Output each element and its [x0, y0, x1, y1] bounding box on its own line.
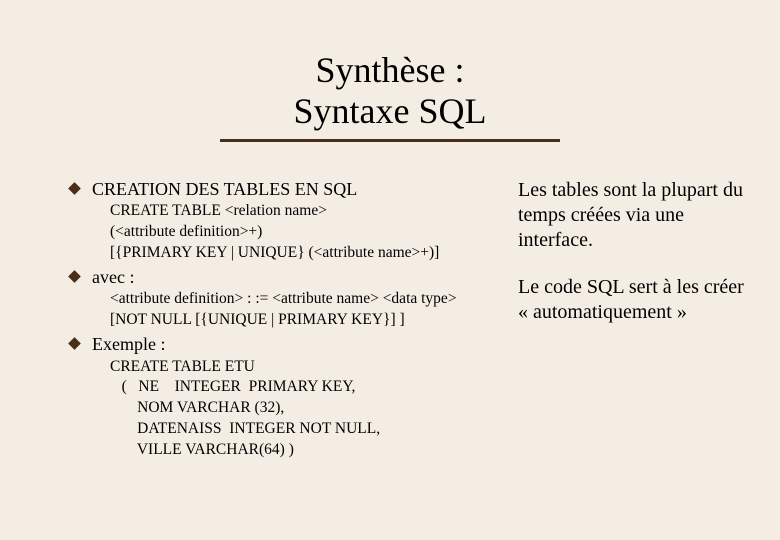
bullet-heading: avec : — [92, 266, 504, 289]
bullet-subline: [NOT NULL [{UNIQUE | PRIMARY KEY}] ] — [92, 310, 504, 331]
bullet-avec: avec : <attribute definition> : := <attr… — [92, 266, 504, 331]
example-code: CREATE TABLE ETU ( NE INTEGER PRIMARY KE… — [92, 357, 504, 462]
title-line1: Synthèse : — [20, 50, 760, 91]
bullet-heading: CREATION DES TABLES EN SQL — [92, 178, 504, 201]
title-line2: Syntaxe SQL — [20, 91, 760, 132]
title-underline — [220, 139, 560, 142]
bullet-creation: CREATION DES TABLES EN SQL CREATE TABLE … — [92, 178, 504, 264]
diamond-icon — [68, 182, 81, 195]
side-note: Le code SQL sert à les créer « automatiq… — [518, 275, 756, 325]
bullet-exemple: Exemple : CREATE TABLE ETU ( NE INTEGER … — [92, 333, 504, 461]
content-columns: CREATION DES TABLES EN SQL CREATE TABLE … — [20, 178, 760, 463]
diamond-icon — [68, 270, 81, 283]
bullet-heading: Exemple : — [92, 333, 504, 356]
bullet-subline: <attribute definition> : := <attribute n… — [92, 289, 504, 310]
right-column: Les tables sont la plupart du temps créé… — [510, 178, 760, 463]
bullet-subline: [{PRIMARY KEY | UNIQUE} (<attribute name… — [92, 243, 504, 264]
bullet-subline: CREATE TABLE <relation name> — [92, 201, 504, 222]
side-note: Les tables sont la plupart du temps créé… — [518, 178, 756, 253]
left-column: CREATION DES TABLES EN SQL CREATE TABLE … — [20, 178, 510, 463]
bullet-subline: (<attribute definition>+) — [92, 222, 504, 243]
slide: Synthèse : Syntaxe SQL CREATION DES TABL… — [0, 0, 780, 540]
diamond-icon — [68, 337, 81, 350]
title-block: Synthèse : Syntaxe SQL — [20, 50, 760, 142]
